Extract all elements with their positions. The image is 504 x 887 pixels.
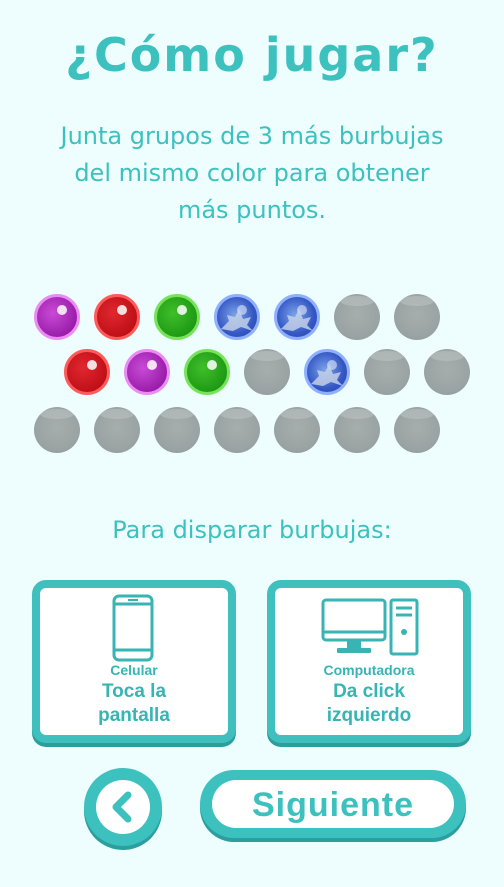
bubble-purple (34, 294, 80, 340)
next-button[interactable]: Siguiente (200, 770, 466, 838)
mobile-action-line2: pantalla (98, 705, 170, 726)
desktop-action-line2: izquierdo (326, 705, 412, 726)
bubble-green (154, 294, 200, 340)
crack-icon (221, 309, 253, 331)
bubble-empty (334, 407, 380, 453)
bubble-empty (364, 349, 410, 395)
bubble-green (184, 349, 230, 395)
bubble-highlight (57, 305, 67, 315)
bubble-red (94, 294, 140, 340)
next-button-label: Siguiente (251, 786, 415, 824)
bubble-empty (424, 349, 470, 395)
bubble-highlight (177, 305, 187, 315)
bubble-red (64, 349, 110, 395)
bubble-empty (244, 349, 290, 395)
bubble-blue-cracked (304, 349, 350, 395)
bubble-highlight (87, 360, 97, 370)
bubble-highlight (147, 360, 157, 370)
crack-icon (281, 309, 313, 331)
bubble-board (0, 0, 504, 887)
next-button-face[interactable]: Siguiente (212, 780, 454, 828)
bubble-purple (124, 349, 170, 395)
mobile-action-label: Toca la pantalla (40, 680, 228, 728)
mobile-instruction-card: Celular Toca la pantalla (32, 580, 236, 743)
desktop-device-label: Computadora (323, 662, 415, 678)
computer-icon (321, 598, 419, 656)
mobile-action-line1: Toca la (101, 681, 167, 702)
bubble-empty (214, 407, 260, 453)
bubble-empty (274, 407, 320, 453)
bubble-blue-cracked (214, 294, 260, 340)
back-button[interactable] (84, 768, 162, 846)
bubble-empty (154, 407, 200, 453)
bubble-highlight (207, 360, 217, 370)
desktop-action-line1: Da click (333, 681, 405, 702)
bubble-highlight (117, 305, 127, 315)
bubble-empty (34, 407, 80, 453)
shoot-instruction-label: Para disparar burbujas: (112, 516, 392, 544)
desktop-instruction-card: Computadora Da click izquierdo (267, 580, 471, 743)
back-button-face[interactable] (96, 780, 150, 834)
phone-icon (112, 594, 154, 662)
bubble-empty (394, 407, 440, 453)
chevron-left-icon (112, 791, 132, 823)
bubble-empty (334, 294, 380, 340)
crack-icon (311, 364, 343, 386)
desktop-action-label: Da click izquierdo (275, 680, 463, 728)
bubble-empty (94, 407, 140, 453)
bubble-blue-cracked (274, 294, 320, 340)
mobile-device-label: Celular (110, 662, 158, 678)
bubble-empty (394, 294, 440, 340)
